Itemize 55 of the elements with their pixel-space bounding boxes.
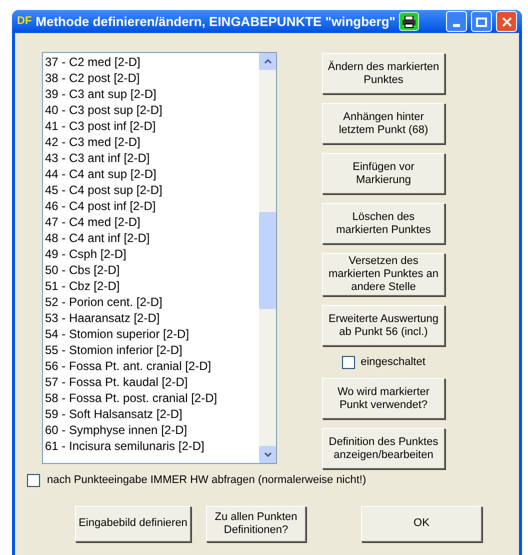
list-item[interactable]: 48 - C4 ant inf [2-D] — [43, 230, 259, 246]
checkbox-label: eingeschaltet — [360, 354, 426, 370]
list-item[interactable]: 61 - Incisura semilunaris [2-D] — [43, 438, 259, 454]
scroll-thumb[interactable] — [259, 212, 276, 309]
list-item[interactable]: 59 - Soft Halsansatz [2-D] — [43, 406, 259, 422]
list-item[interactable]: 38 - C2 post [2-D] — [43, 70, 259, 86]
printer-button[interactable] — [399, 12, 420, 31]
action-button[interactable]: Wo wird markierter Punkt verwendet? — [322, 378, 445, 419]
list-item[interactable]: 55 - Stomion inferior [2-D] — [43, 342, 259, 358]
action-button[interactable]: Erweiterte Auswertung ab Punkt 56 (incl.) — [322, 305, 445, 346]
list-item[interactable]: 57 - Fossa Pt. kaudal [2-D] — [43, 374, 259, 390]
list-item[interactable]: 50 - Cbs [2-D] — [43, 262, 259, 278]
list-item[interactable]: 47 - C4 med [2-D] — [43, 214, 259, 230]
list-item[interactable]: 40 - C3 post sup [2-D] — [43, 102, 259, 118]
minimize-button[interactable] — [446, 11, 467, 32]
list-item[interactable]: 52 - Porion cent. [2-D] — [43, 294, 259, 310]
checkbox[interactable] — [27, 474, 40, 487]
list-item[interactable]: 51 - Cbz [2-D] — [43, 278, 259, 294]
dialog-button[interactable]: OK — [361, 506, 482, 542]
list-item[interactable]: 60 - Symphyse innen [2-D] — [43, 422, 259, 438]
list-item[interactable]: 46 - C4 post inf [2-D] — [43, 198, 259, 214]
maximize-icon — [476, 16, 487, 26]
list-item[interactable]: 44 - C4 ant sup [2-D] — [43, 166, 259, 182]
list-item[interactable]: 56 - Fossa Pt. ant. cranial [2-D] — [43, 358, 259, 374]
scroll-up-button[interactable] — [259, 53, 276, 70]
action-button[interactable]: Definition des Punktes anzeigen/bearbeiten — [322, 428, 445, 469]
window-title: Methode definieren/ändern, EINGABEPUNKTE "wingberg" — [36, 12, 396, 31]
list-item[interactable]: 53 - Haaransatz [2-D] — [43, 310, 259, 326]
scroll-down-button[interactable] — [259, 446, 276, 463]
list-item[interactable]: 43 - C3 ant inf [2-D] — [43, 150, 259, 166]
list-item[interactable]: 45 - C4 post sup [2-D] — [43, 182, 259, 198]
list-item[interactable]: 37 - C2 med [2-D] — [43, 54, 259, 70]
list-item[interactable]: 39 - C3 ant sup [2-D] — [43, 86, 259, 102]
dialog-button[interactable]: Eingabebild definieren — [75, 506, 191, 542]
action-button[interactable]: Löschen des markierten Punktes — [322, 203, 445, 244]
checkbox[interactable] — [342, 356, 355, 368]
list-item[interactable]: 41 - C3 post inf [2-D] — [43, 118, 259, 134]
list-item[interactable]: 42 - C3 med [2-D] — [43, 134, 259, 150]
action-button[interactable]: Anhängen hinter letztem Punkt (68) — [322, 103, 445, 144]
checkbox-label: nach Punkteeingabe IMMER HW abfragen (normalerweise nicht!) — [47, 473, 366, 488]
list-item[interactable]: 49 - Csph [2-D] — [43, 246, 259, 262]
dialog-button[interactable]: Zu allen Punkten Definitionen? — [206, 506, 306, 542]
scrollbar[interactable] — [259, 53, 276, 463]
point-list[interactable] — [42, 52, 277, 464]
app-logo: DF — [17, 16, 32, 27]
list-item[interactable]: 54 - Stomion superior [2-D] — [43, 326, 259, 342]
action-button[interactable]: Ändern des markierten Punktes — [322, 53, 445, 94]
minimize-icon — [453, 24, 460, 27]
close-button[interactable] — [496, 11, 517, 32]
action-button[interactable]: Einfügen vor Markierung — [322, 153, 445, 194]
close-icon — [502, 16, 512, 26]
printer-icon — [402, 16, 416, 28]
list-item[interactable]: 58 - Fossa Pt. post. cranial [2-D] — [43, 390, 259, 406]
action-button[interactable]: Versetzen des markierten Punktes an andere Stelle — [322, 253, 445, 296]
maximize-button[interactable] — [471, 11, 492, 32]
